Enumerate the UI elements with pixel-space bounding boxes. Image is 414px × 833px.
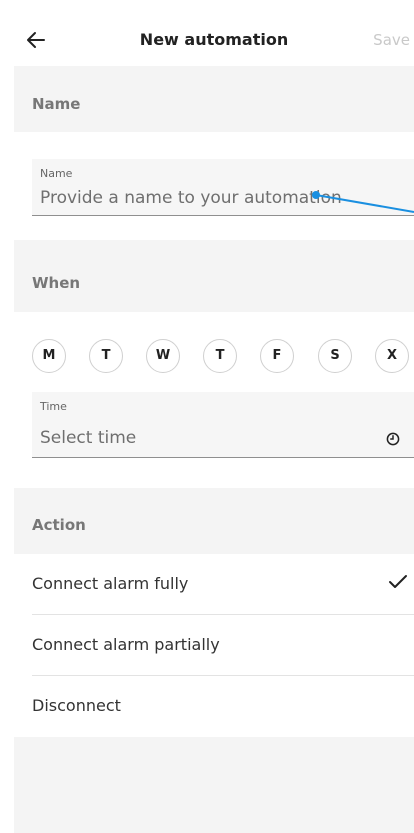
day-toggle-tuesday[interactable]: T <box>89 339 123 373</box>
automation-screen: New automation Save Name Name Provide a … <box>14 14 414 833</box>
name-field-label: Name <box>40 167 73 180</box>
day-toggle-friday[interactable]: F <box>260 339 294 373</box>
time-select-field[interactable]: Time Select time <box>32 392 414 458</box>
action-section-title: Action <box>32 516 86 534</box>
day-toggle-wednesday[interactable]: W <box>146 339 180 373</box>
action-option-label: Connect alarm fully <box>32 574 189 593</box>
day-toggle-thursday[interactable]: T <box>203 339 237 373</box>
clock-icon[interactable] <box>386 432 400 446</box>
action-option-connect-partially[interactable]: Connect alarm partially <box>14 615 414 676</box>
name-field-placeholder: Provide a name to your automation <box>40 188 342 208</box>
when-section-header: When <box>14 240 414 312</box>
check-icon <box>389 575 407 588</box>
name-section-body: Name Provide a name to your automation <box>14 132 414 240</box>
when-section-title: When <box>32 274 81 292</box>
action-option-connect-fully[interactable]: Connect alarm fully <box>14 554 414 615</box>
action-option-label: Disconnect <box>32 696 121 715</box>
name-section-title: Name <box>32 95 81 113</box>
time-field-placeholder: Select time <box>40 428 137 448</box>
day-toggle-sunday[interactable]: X <box>375 339 409 373</box>
app-header: New automation Save <box>14 14 414 66</box>
action-section-header: Action <box>14 488 414 554</box>
day-toggle-saturday[interactable]: S <box>318 339 352 373</box>
bottom-empty-area <box>14 737 414 833</box>
name-section-header: Name <box>14 66 414 132</box>
page-title: New automation <box>139 30 289 49</box>
time-field-label: Time <box>40 400 67 413</box>
action-option-label: Connect alarm partially <box>32 635 220 654</box>
action-option-disconnect[interactable]: Disconnect <box>14 676 414 737</box>
automation-name-field[interactable]: Name Provide a name to your automation <box>32 159 414 216</box>
save-button[interactable]: Save <box>373 31 410 49</box>
day-toggle-monday[interactable]: M <box>32 339 66 373</box>
